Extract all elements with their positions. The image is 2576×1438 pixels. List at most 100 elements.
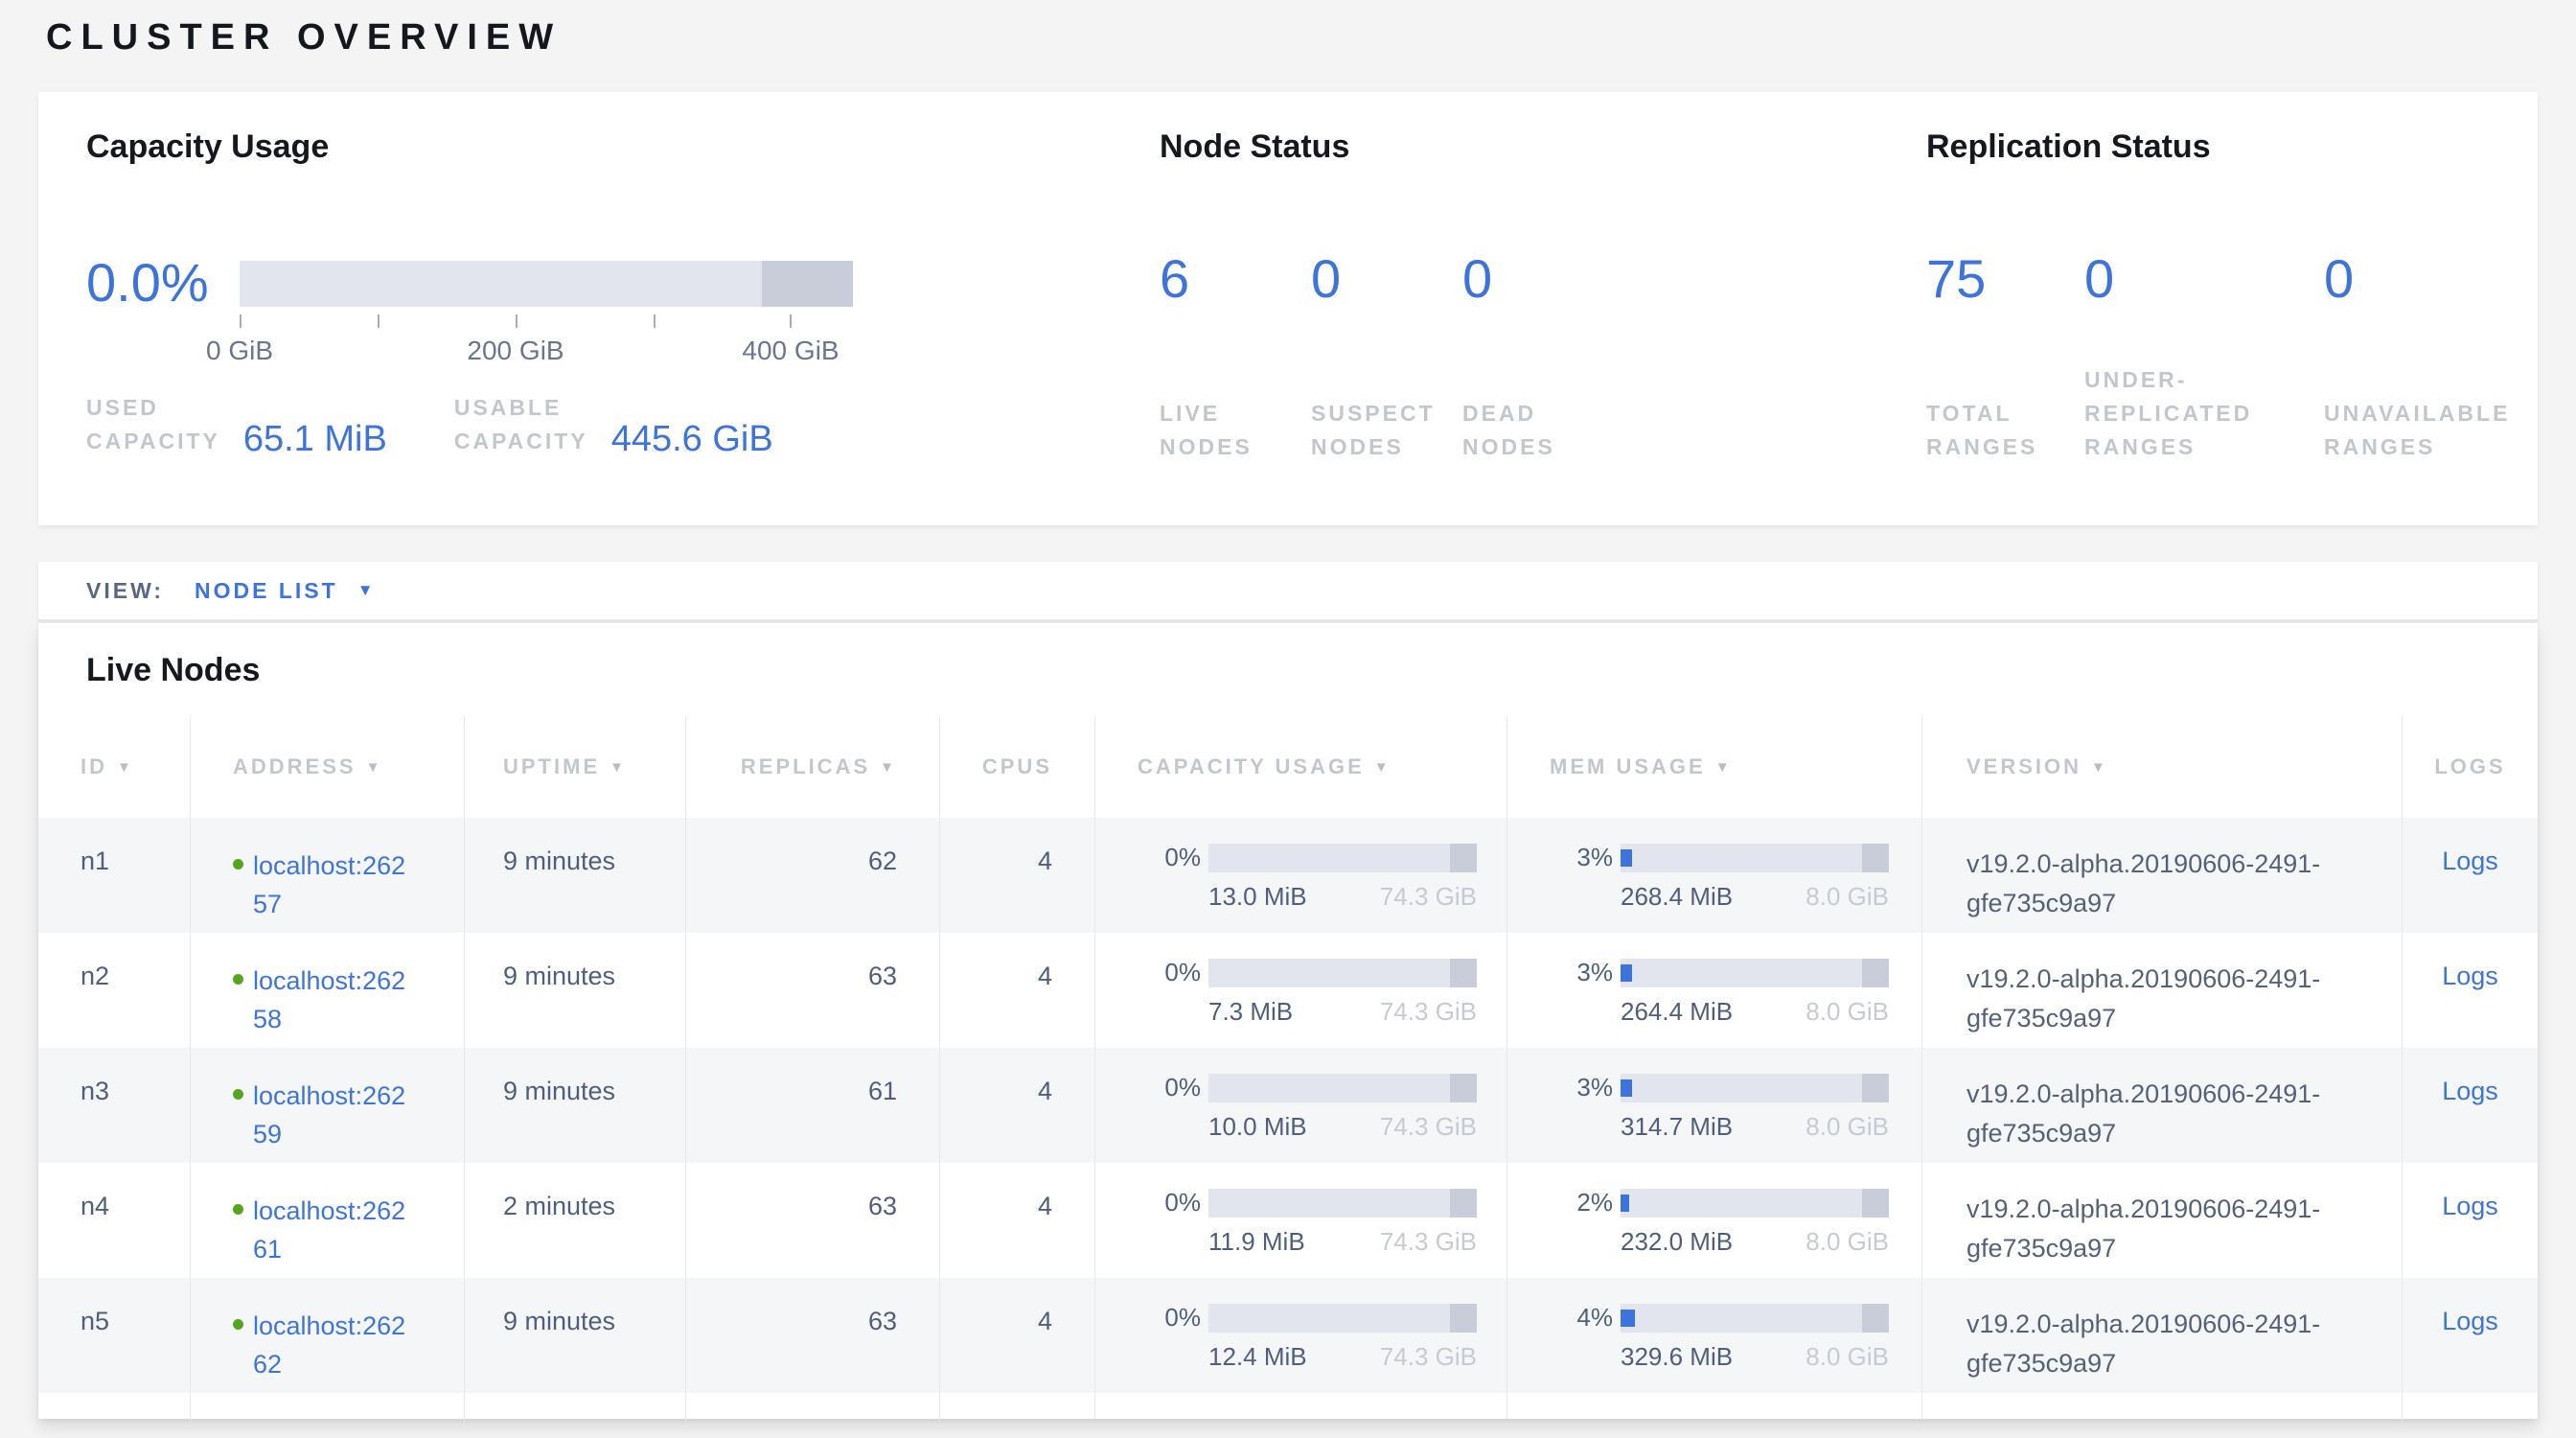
capacity-percent: 0% — [1157, 843, 1201, 872]
column-header-capacity[interactable]: CAPACITY USAGE▼ — [1094, 716, 1506, 818]
capacity-bar-line: 0% — [1157, 958, 1506, 987]
sort-desc-icon: ▼ — [610, 759, 627, 776]
node-version-cell: v19.2.0-alpha.20190606-2491-gfe735c9a97 — [1921, 1163, 2402, 1278]
memory-used-value: 264.4 MiB — [1621, 997, 1733, 1027]
chevron-down-icon: ▼ — [357, 581, 374, 600]
logs-link[interactable]: Logs — [2442, 1307, 2498, 1335]
column-header-replicas[interactable]: REPLICAS▼ — [685, 716, 939, 818]
column-header-address[interactable]: ADDRESS ▼ — [190, 716, 464, 818]
view-label: VIEW: — [86, 578, 164, 604]
column-header-version[interactable]: VERSION▼ — [1921, 716, 2402, 818]
node-address-link[interactable]: localhost:26261 — [253, 1192, 414, 1278]
node-uptime-cell: 9 minutes — [464, 1048, 685, 1163]
memory-usage-cell: 3% 314.7 MiB8.0 GiB — [1506, 1048, 1921, 1163]
table-body: n1localhost:262579 minutes6240%13.0 MiB7… — [38, 818, 2538, 1419]
total-ranges-label: TOTAL RANGES — [1926, 397, 2084, 464]
live-nodes-value: 6 — [1160, 251, 1311, 307]
memory-usage-cell: 3%264.4 MiB8.0 GiB — [1506, 933, 1921, 1048]
capacity-usage-title: Capacity Usage — [86, 128, 329, 166]
view-dropdown[interactable]: NODE LIST ▼ — [195, 578, 374, 604]
capacity-axis-labels: 0 GiB 200 GiB 400 GiB — [240, 336, 853, 370]
capacity-axis-ticks — [240, 314, 853, 330]
node-logs-cell: Logs — [2402, 1163, 2538, 1278]
memory-used-value: 232.0 MiB — [1621, 1227, 1733, 1257]
total-ranges-stat: 75 TOTAL RANGES — [1926, 251, 2084, 464]
node-version-cell: v19.2.0-alpha.20190606-2491-gfe735c9a97 — [1921, 1048, 2402, 1163]
memory-used-segment — [1621, 1079, 1632, 1097]
replication-status-title: Replication Status — [1926, 128, 2211, 166]
memory-total-value: 8.0 GiB — [1806, 997, 1889, 1027]
capacity-reserved-segment — [1450, 959, 1477, 987]
usable-capacity-stat: USABLE CAPACITY 445.6 GiB — [454, 391, 773, 458]
node-version-cell: v19.2.0-alpha.20190606-2491-gfe735c9a97 — [1921, 818, 2402, 933]
memory-percent: 2% — [1569, 1188, 1613, 1218]
sort-desc-icon: ▼ — [366, 759, 383, 776]
capacity-bar-line: 0% — [1157, 1073, 1506, 1102]
table-row: n2localhost:262589 minutes6340%7.3 MiB74… — [38, 933, 2538, 1048]
memory-values: 314.7 MiB8.0 GiB — [1621, 1112, 1889, 1142]
node-uptime-cell: 9 minutes — [464, 818, 685, 933]
under-replicated-label: UNDER- REPLICATED RANGES — [2084, 363, 2324, 464]
empty-cell — [2402, 1393, 2538, 1422]
empty-cell — [1506, 1393, 1921, 1419]
node-version-cell: v19.2.0-alpha.20190606-2491-gfe735c9a97 — [1921, 1278, 2402, 1393]
logs-link[interactable]: Logs — [2442, 847, 2498, 875]
node-replicas-cell: 63 — [685, 1163, 939, 1278]
capacity-used-value: 11.9 MiB — [1208, 1227, 1305, 1257]
capacity-total-value: 74.3 GiB — [1380, 1227, 1477, 1257]
empty-cell — [685, 1393, 939, 1422]
memory-percent: 4% — [1569, 1303, 1613, 1333]
memory-usage-cell: 4% 329.6 MiB 8.0 GiB — [1506, 1278, 1921, 1393]
capacity-used-value: 10.0 MiB — [1208, 1112, 1307, 1142]
column-header-id[interactable]: ID▼ — [38, 716, 190, 818]
sort-desc-icon: ▼ — [1715, 759, 1733, 776]
unavailable-ranges-stat: 0 UNAVAILABLE RANGES — [2324, 251, 2549, 464]
node-uptime-cell: 9 minutes — [464, 933, 685, 1048]
node-address-cell: localhost:26261 — [190, 1163, 464, 1278]
suspect-nodes-label: SUSPECT NODES — [1311, 397, 1462, 464]
axis-label: 200 GiB — [467, 336, 564, 366]
capacity-total-value: 74.3 GiB — [1380, 1112, 1477, 1142]
table-row: n1localhost:262579 minutes6240%13.0 MiB7… — [38, 818, 2538, 933]
node-address-link[interactable]: localhost:26259 — [253, 1077, 414, 1163]
memory-used-value: 268.4 MiB — [1621, 882, 1733, 912]
memory-bar-line: 3% — [1569, 1073, 1921, 1102]
column-header-uptime[interactable]: UPTIME ▼ — [464, 716, 685, 818]
memory-used-value: 329.6 MiB — [1621, 1342, 1733, 1372]
node-address-link[interactable]: localhost:26262 — [253, 1307, 414, 1393]
node-logs-cell: Logs — [2402, 1048, 2538, 1163]
memory-values: 264.4 MiB 8.0 GiB — [1621, 997, 1889, 1027]
column-header-label: CPUS — [982, 754, 1052, 779]
memory-percent: 3% — [1569, 843, 1613, 872]
memory-total-value: 8.0 GiB — [1806, 1342, 1889, 1372]
page-title: CLUSTER OVERVIEW — [46, 17, 562, 58]
axis-label: 0 GiB — [206, 336, 273, 366]
node-address-link[interactable]: localhost:26258 — [253, 962, 414, 1048]
cluster-summary-card: Capacity Usage 0.0% 0 GiB 200 GiB 400 Gi… — [38, 92, 2538, 525]
capacity-usage-section: Capacity Usage 0.0% 0 GiB 200 GiB 400 Gi… — [86, 92, 1112, 525]
column-header-label: UPTIME — [503, 754, 600, 779]
node-address-link[interactable]: localhost:26257 — [253, 847, 414, 933]
node-address-cell: localhost:26257 — [190, 818, 464, 933]
capacity-usage-cell: 0%11.9 MiB74.3 GiB — [1094, 1163, 1506, 1278]
column-header-label: ADDRESS — [233, 754, 356, 779]
node-status-stats: 6 LIVE NODES 0 SUSPECT NODES 0 DEAD NODE… — [1160, 251, 1635, 464]
column-header-logs: LOGS — [2402, 716, 2538, 818]
logs-link[interactable]: Logs — [2442, 962, 2498, 990]
capacity-usage-cell: 0%12.4 MiB74.3 GiB — [1094, 1278, 1506, 1393]
capacity-bar-line: 0% — [1157, 1303, 1506, 1333]
node-status-section: Node Status 6 LIVE NODES 0 SUSPECT NODES… — [1160, 92, 1898, 525]
capacity-used-value: 12.4 MiB — [1208, 1342, 1307, 1372]
live-status-icon — [233, 1204, 243, 1215]
capacity-reserved-segment — [762, 261, 853, 307]
memory-used-segment — [1621, 964, 1632, 982]
total-ranges-value: 75 — [1926, 251, 2084, 307]
column-header-memory[interactable]: MEM USAGE▼ — [1506, 716, 1921, 818]
logs-link[interactable]: Logs — [2442, 1077, 2498, 1105]
node-cpus-cell: 4 — [939, 818, 1094, 933]
empty-cell — [1921, 1393, 2402, 1420]
capacity-reserved-segment — [1450, 844, 1477, 872]
node-id: n5 — [80, 1307, 109, 1335]
logs-link[interactable]: Logs — [2442, 1192, 2498, 1220]
node-id-cell: n1 — [38, 818, 190, 933]
